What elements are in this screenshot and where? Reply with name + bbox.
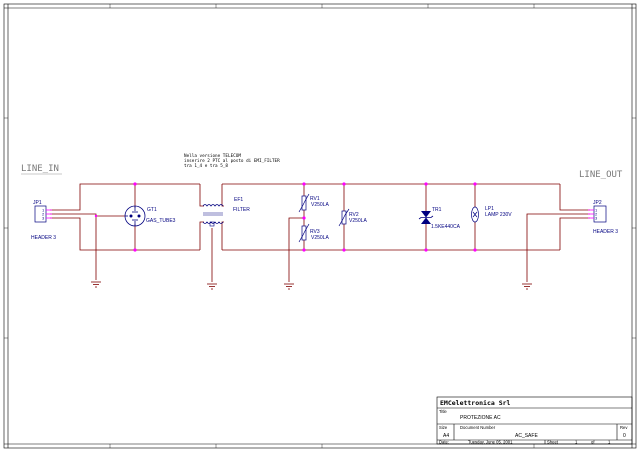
rv2-value: V250LA [349, 218, 367, 224]
rev-value: 0 [623, 433, 626, 439]
ef1-ref: EF1 [234, 197, 243, 203]
docnum-label: Document Number [460, 425, 496, 430]
jp2-pin-3: 3 [595, 216, 598, 221]
ef1-value: FILTER [233, 207, 250, 213]
tvs-diode-tr1: TR1 1.5KE440CA [418, 207, 461, 230]
date-label: Date: [439, 440, 449, 445]
tr1-ref: TR1 [432, 207, 442, 213]
schematic-sheet: LINE_IN LINE_OUT Nella versione TELECOM … [3, 3, 637, 449]
tr1-value: 1.5KE440CA [431, 224, 461, 230]
varistor-rv1: RV1 V250LA [298, 193, 329, 213]
rv1-value: V250LA [311, 202, 329, 208]
drawing-border [3, 3, 637, 449]
title-label: Title [439, 409, 447, 414]
jp2-connector: 1 2 3 JP2 HEADER 3 [588, 200, 618, 235]
lamp-lp1: LP1 LAMP 230V [471, 206, 512, 223]
net-label-line-out: LINE_OUT [579, 170, 623, 180]
rev-label: Rev [620, 425, 628, 430]
jp1-ref: JP1 [33, 200, 42, 206]
ground-icon [91, 281, 101, 288]
varistor-rv3: RV3 V250LA [298, 223, 329, 243]
jp2-ref: JP2 [593, 200, 602, 206]
jp1-connector: 1 2 3 JP1 HEADER 3 [31, 200, 56, 241]
jp1-pin-3: 3 [42, 216, 45, 221]
telecom-note: Nella versione TELECOM inserire 2 PTC al… [184, 153, 280, 169]
gas-tube-gt1: GT1 GAS_TUBE3 [124, 205, 176, 227]
size-label: Size [439, 425, 448, 430]
company-name: EMCelettronica Srl [440, 399, 511, 407]
net-label-line-in: LINE_IN [21, 164, 59, 174]
docnum-value: AC_SAFE [515, 433, 538, 439]
gt1-value: GAS_TUBE3 [146, 218, 176, 224]
wires [50, 183, 590, 282]
ground-icon [207, 283, 217, 290]
junctions [94, 182, 477, 252]
sheet-label: Sheet [547, 440, 559, 445]
lp1-value: LAMP 230V [485, 212, 512, 218]
date-value: Tuesday, June 05, 2001 [468, 440, 513, 445]
title-value: PROTEZIONE AC [460, 415, 501, 421]
jp1-value: HEADER 3 [31, 235, 56, 241]
title-block: EMCelettronica Srl Title PROTEZIONE AC S… [436, 396, 633, 445]
rv3-value: V250LA [311, 235, 329, 241]
ground-icon [522, 283, 532, 290]
varistor-rv2: RV2 V250LA [338, 208, 367, 227]
note-line-3: tra 1_4 e tra 5_8 [184, 163, 228, 169]
ground-icon [284, 283, 294, 290]
size-value: A4 [443, 433, 449, 439]
emi-filter-ef1: EF1 FILTER [202, 197, 250, 227]
ground-symbols [91, 281, 532, 290]
jp2-value: HEADER 3 [593, 229, 618, 235]
gt1-ref: GT1 [147, 207, 157, 213]
